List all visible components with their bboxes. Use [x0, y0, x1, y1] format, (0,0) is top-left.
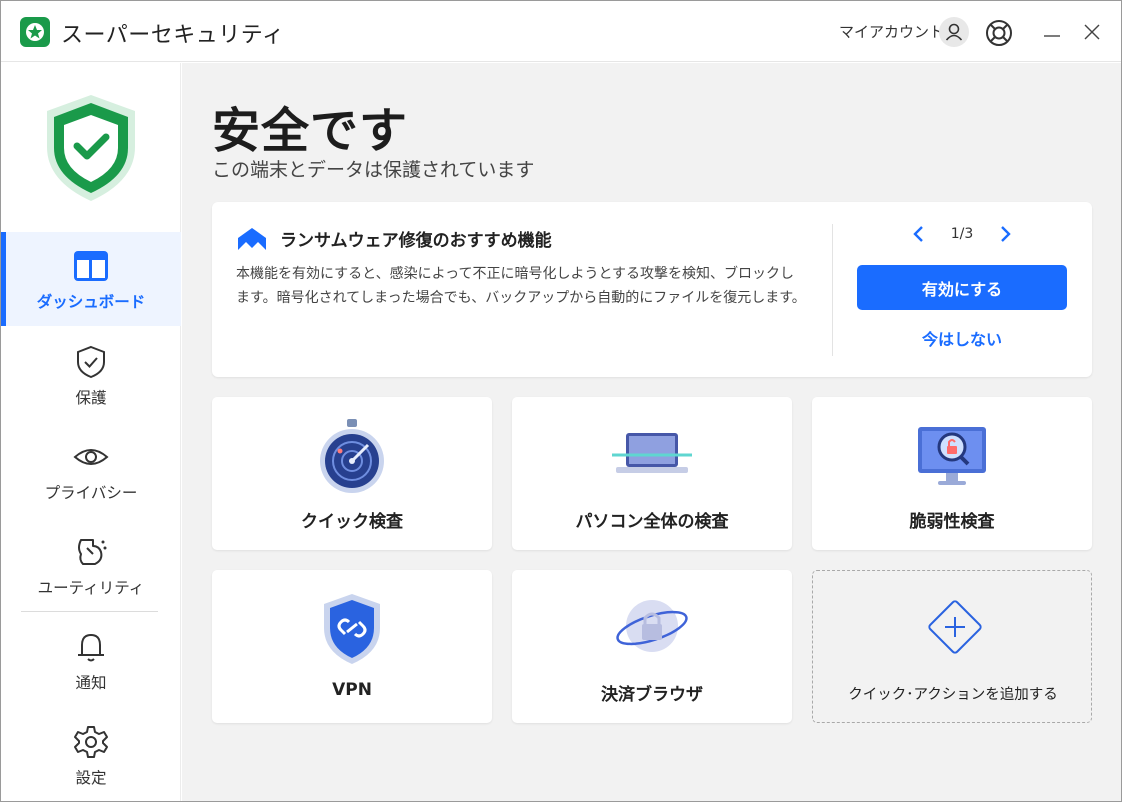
monitor-lock-search-icon [912, 417, 992, 495]
sidebar-item-utility[interactable]: ユーティリティ [1, 518, 181, 612]
close-button[interactable] [1081, 21, 1103, 43]
dashboard-icon [73, 248, 109, 284]
sidebar-item-label: 設定 [75, 769, 107, 787]
lifebuoy-help-icon[interactable] [984, 18, 1014, 48]
protected-shield-icon [41, 91, 141, 205]
sidebar-item-label: 保護 [75, 389, 107, 407]
tile-label: 脆弱性検査 [909, 512, 995, 532]
my-account-link[interactable]: マイアカウント [839, 21, 944, 42]
banner-divider [832, 224, 833, 356]
status-subtitle: この端末とデータは保護されています [212, 159, 535, 181]
vpn-shield-icon [312, 590, 392, 668]
tile-label: クイック検査 [301, 512, 403, 532]
sidebar-divider [21, 611, 158, 612]
vpn-tile[interactable]: VPN [212, 570, 492, 723]
secure-browser-icon [612, 590, 692, 668]
status-title: 安全です [212, 103, 409, 159]
sidebar-item-label: ダッシュボード [36, 293, 146, 311]
tile-label: 決済ブラウザ [601, 685, 703, 705]
chevron-right-icon[interactable] [995, 224, 1015, 244]
minimize-button[interactable] [1041, 21, 1063, 43]
recommendation-banner: ランサムウェア修復のおすすめ機能 本機能を有効にすると、感染によって不正に暗号化… [212, 202, 1092, 377]
app-logo-icon [20, 17, 50, 47]
bell-icon [73, 629, 109, 665]
sidebar-item-notifications[interactable]: 通知 [1, 613, 181, 707]
pager-label: 1/3 [950, 226, 974, 242]
laptop-scan-icon [612, 417, 692, 495]
tile-label: クイック･アクションを追加する [848, 687, 1058, 703]
shield-check-icon [73, 344, 109, 380]
avatar-icon[interactable] [939, 17, 969, 47]
add-quick-action-tile[interactable]: クイック･アクションを追加する [812, 570, 1092, 723]
banner-title: ランサムウェア修復のおすすめ機能 [280, 231, 552, 251]
sidebar-item-label: プライバシー [44, 484, 138, 502]
ransomware-recovery-icon [236, 226, 268, 252]
eye-icon [73, 439, 109, 475]
sidebar-item-label: 通知 [75, 674, 107, 692]
secure-browser-tile[interactable]: 決済ブラウザ [512, 570, 792, 723]
utility-icon [73, 534, 109, 570]
quick-scan-tile[interactable]: クイック検査 [212, 397, 492, 550]
chevron-left-icon[interactable] [909, 224, 929, 244]
tile-label: VPN [332, 680, 372, 700]
full-scan-tile[interactable]: パソコン全体の検査 [512, 397, 792, 550]
stopwatch-radar-icon [312, 417, 392, 495]
tile-label: パソコン全体の検査 [575, 512, 729, 532]
not-now-link[interactable]: 今はしない [857, 326, 1067, 350]
gear-icon [73, 724, 109, 760]
sidebar-item-privacy[interactable]: プライバシー [1, 423, 181, 517]
sidebar-item-label: ユーティリティ [37, 579, 145, 597]
sidebar-item-settings[interactable]: 設定 [1, 708, 181, 802]
enable-button[interactable]: 有効にする [857, 265, 1067, 310]
title-bar: スーパーセキュリティ マイアカウント [1, 1, 1121, 62]
sidebar-item-dashboard[interactable]: ダッシュボード [1, 232, 181, 326]
plus-diamond-icon [913, 591, 993, 669]
sidebar: ダッシュボード 保護 プライバシー ユーティリティ 通知 設定 [1, 63, 181, 801]
sidebar-item-protection[interactable]: 保護 [1, 328, 181, 422]
banner-description: 本機能を有効にすると、感染によって不正に暗号化しようとする攻撃を検知、ブロックし… [236, 266, 806, 306]
app-title: スーパーセキュリティ [61, 23, 285, 48]
vulnerability-scan-tile[interactable]: 脆弱性検査 [812, 397, 1092, 550]
main-content: 安全です この端末とデータは保護されています ランサムウェア修復のおすすめ機能 … [182, 63, 1121, 801]
